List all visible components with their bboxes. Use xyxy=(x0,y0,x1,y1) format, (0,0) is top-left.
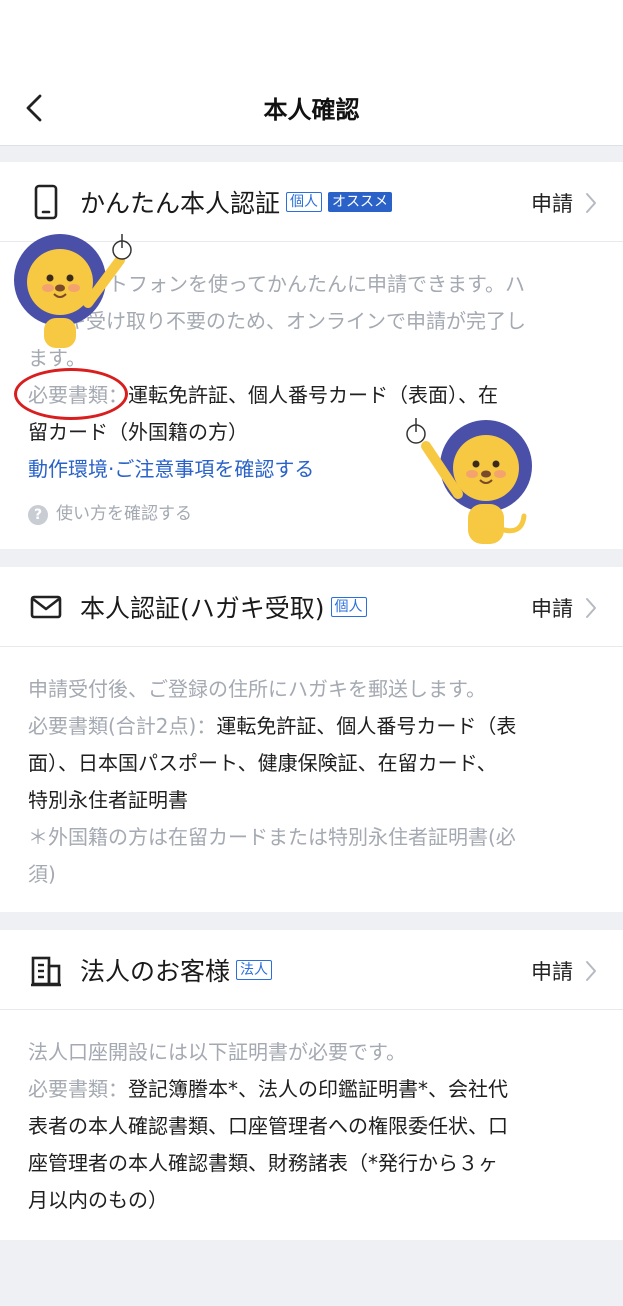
page-title: 本人確認 xyxy=(263,96,360,124)
card-title: 法人のお客様 法人 xyxy=(80,952,273,988)
howto-label: 使い方を確認する xyxy=(56,504,192,524)
card-header[interactable]: 本人認証(ハガキ受取) 個人 申請 xyxy=(0,567,623,647)
recommend-badge: オススメ xyxy=(328,192,393,212)
corporate-card: 法人のお客様 法人 申請 法人口座開設には以下証明書が必要です。 必要書類：登記… xyxy=(0,930,623,1240)
required-docs: 必要書類：登記簿謄本*、法人の印鑑証明書*、会社代 xyxy=(28,1071,597,1108)
chevron-right-icon xyxy=(586,961,596,981)
question-circle-icon: ? xyxy=(28,504,48,525)
smartphone-icon xyxy=(34,184,58,220)
required-docs-text: 面）、日本国パスポート、健康保険証、在留カード、 xyxy=(28,751,497,775)
card-body: 申請受付後、ご登録の住所にハガキを郵送します。 必要書類(合計2点)：運転免許証… xyxy=(28,671,597,893)
building-icon xyxy=(31,956,61,987)
card-title-text: かんたん本人認証 xyxy=(80,189,281,218)
apply-label: 申請 xyxy=(531,960,573,984)
card-title: 本人認証(ハガキ受取) 個人 xyxy=(80,589,367,625)
card-header[interactable]: 法人のお客様 法人 申請 xyxy=(0,930,623,1010)
description-line: 申請受付後、ご登録の住所にハガキを郵送します。 xyxy=(28,677,486,701)
card-body: 法人口座開設には以下証明書が必要です。 必要書類：登記簿謄本*、法人の印鑑証明書… xyxy=(28,1034,597,1219)
chevron-right-icon xyxy=(586,598,596,618)
card-title-text: 法人のお客様 xyxy=(80,957,231,986)
lion-mascot xyxy=(14,234,132,348)
top-bar: 本人確認 xyxy=(0,0,623,146)
note-line: 須) xyxy=(28,862,56,886)
envelope-icon xyxy=(30,595,62,619)
required-docs-text: 月以内のもの） xyxy=(28,1188,168,1212)
lion-mascot xyxy=(406,418,532,544)
required-docs-text: 登記簿謄本*、法人の印鑑証明書*、会社代 xyxy=(128,1077,508,1101)
postcard-verification-card: 本人認証(ハガキ受取) 個人 申請 申請受付後、ご登録の住所にハガキを郵送します… xyxy=(0,567,623,912)
required-docs-text: 表者の本人確認書類、口座管理者への権限委任状、口 xyxy=(28,1114,508,1138)
personal-badge: 個人 xyxy=(330,597,367,617)
description-line: 法人口座開設には以下証明書が必要です。 xyxy=(28,1040,406,1064)
note-line: ＊外国籍の方は在留カードまたは特別永住者証明書(必 xyxy=(28,825,516,849)
card-title-text: 本人認証(ハガキ受取) xyxy=(80,594,325,623)
apply-label: 申請 xyxy=(531,192,573,216)
required-docs-text: 運転免許証、個人番号カード（表面）、在 xyxy=(128,383,498,407)
required-docs-label: 必要書類(合計2点)： xyxy=(28,714,217,738)
required-docs: 必要書類(合計2点)：運転免許証、個人番号カード（表 xyxy=(28,708,597,745)
card-title: かんたん本人認証 個人 オススメ xyxy=(80,184,393,220)
chevron-right-icon xyxy=(586,193,596,213)
required-docs-text: 座管理者の本人確認書類、財務諸表（*発行から３ヶ xyxy=(28,1151,498,1175)
highlight-circle xyxy=(14,368,128,420)
apply-button[interactable]: 申請 xyxy=(531,188,597,218)
personal-badge: 個人 xyxy=(286,192,323,212)
required-docs-text: 特別永住者証明書 xyxy=(28,788,188,812)
corporate-badge: 法人 xyxy=(236,960,273,980)
apply-label: 申請 xyxy=(531,597,573,621)
apply-button[interactable]: 申請 xyxy=(531,593,597,623)
apply-button[interactable]: 申請 xyxy=(531,956,597,986)
required-docs-label: 必要書類： xyxy=(28,1077,128,1101)
required-docs-text: 運転免許証、個人番号カード（表 xyxy=(216,714,517,738)
